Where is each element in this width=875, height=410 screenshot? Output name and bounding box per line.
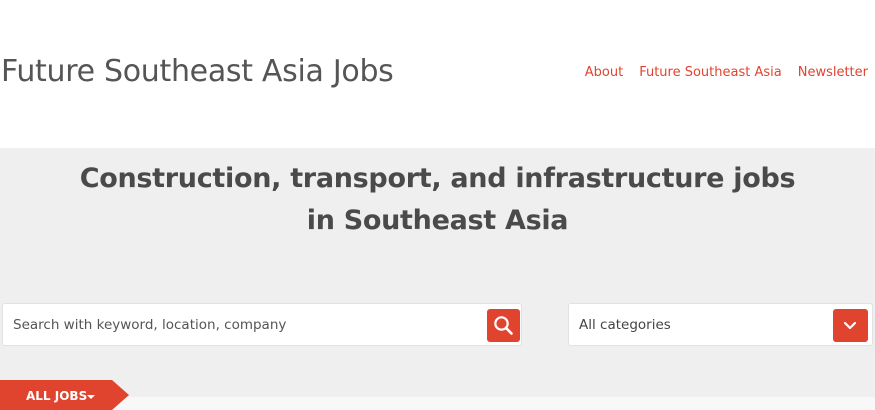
- nav-link-newsletter[interactable]: Newsletter: [798, 64, 868, 82]
- site-title[interactable]: Future Southeast Asia Jobs: [1, 52, 394, 92]
- site-header: Future Southeast Asia Jobs About Future …: [0, 0, 875, 148]
- search-box: [2, 303, 522, 346]
- caret-down-icon: [87, 395, 95, 399]
- hero-headline: Construction, transport, and infrastruct…: [0, 158, 875, 242]
- nav-link-about[interactable]: About: [585, 64, 623, 82]
- category-select[interactable]: All categories: [568, 303, 873, 346]
- chevron-down-icon: [843, 321, 857, 330]
- hero-headline-line-1: Construction, transport, and infrastruct…: [79, 163, 796, 194]
- category-select-value: All categories: [579, 317, 671, 333]
- top-nav: About Future Southeast Asia Newsletter: [585, 64, 868, 82]
- tab-all-jobs-label: ALL JOBS: [26, 389, 88, 403]
- tab-bar: [0, 397, 875, 410]
- category-dropdown-button[interactable]: [833, 309, 868, 342]
- nav-link-future-southeast-asia[interactable]: Future Southeast Asia: [639, 64, 782, 82]
- hero-headline-line-2: in Southeast Asia: [306, 205, 569, 236]
- search-icon: [494, 316, 513, 335]
- hero-section: Construction, transport, and infrastruct…: [0, 148, 875, 410]
- search-input[interactable]: [11, 313, 475, 337]
- tab-all-jobs[interactable]: ALL JOBS: [0, 380, 129, 410]
- search-button[interactable]: [487, 309, 520, 342]
